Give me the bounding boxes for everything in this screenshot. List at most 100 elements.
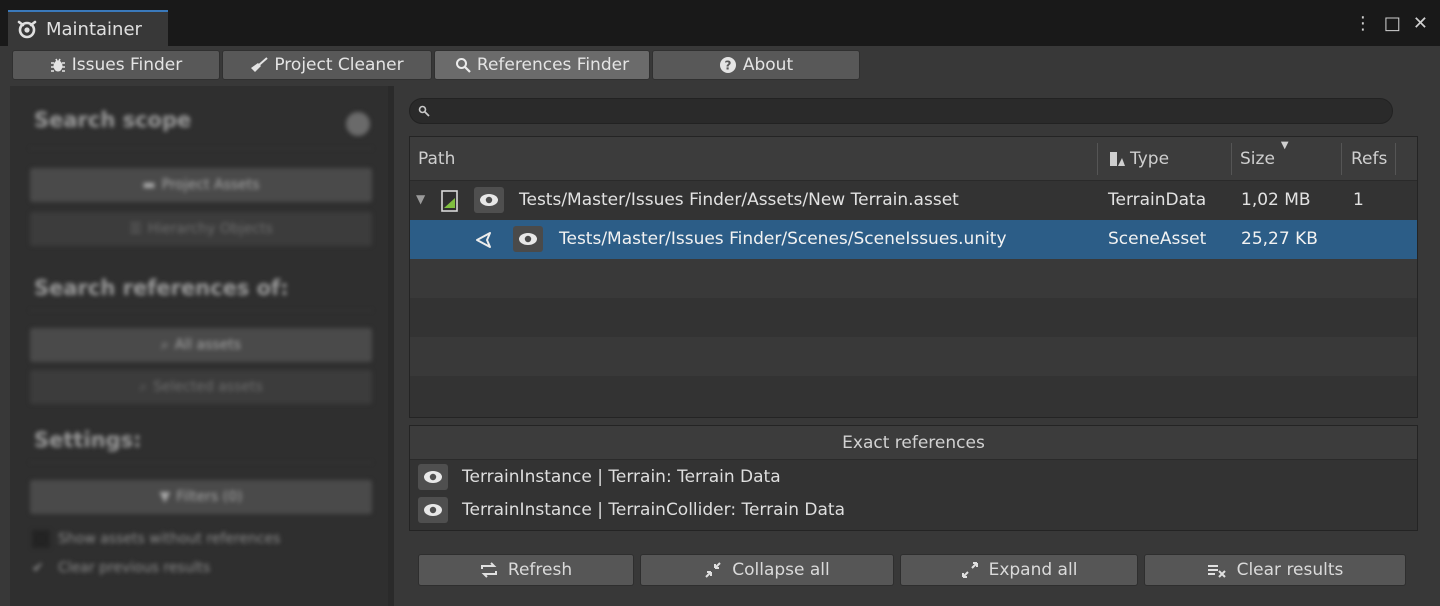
clear-results-label: Clear results xyxy=(1236,560,1344,580)
row-path: Tests/Master/Issues Finder/Assets/New Te… xyxy=(519,190,959,210)
collapse-all-label: Collapse all xyxy=(732,560,830,580)
column-divider[interactable] xyxy=(1097,143,1098,175)
exact-references-title: Exact references xyxy=(410,426,1417,460)
search-icon xyxy=(418,105,430,117)
exact-reference-item[interactable]: TerrainInstance | TerrainCollider: Terra… xyxy=(418,495,845,525)
svg-text:?: ? xyxy=(724,59,731,73)
clear-previous-label: Clear previous results xyxy=(58,560,211,576)
tab-about[interactable]: ? About xyxy=(652,50,860,80)
filters-button[interactable]: ▼ Filters (0) xyxy=(30,480,372,514)
eye-icon xyxy=(424,471,442,483)
selected-assets-label: Selected assets xyxy=(153,379,263,395)
expand-icon xyxy=(961,562,978,578)
empty-row xyxy=(410,337,1417,376)
project-assets-label: Project Assets xyxy=(161,177,260,193)
column-path-label: Path xyxy=(418,149,456,169)
main-tabs-bar: Issues Finder Project Cleaner References… xyxy=(0,46,1440,82)
exact-references-panel: Exact references TerrainInstance | Terra… xyxy=(409,425,1418,531)
help-icon: ? xyxy=(719,57,736,73)
selected-assets-button[interactable]: ⌕ Selected assets xyxy=(30,370,372,404)
reveal-reference-button[interactable] xyxy=(418,497,448,523)
column-refs[interactable]: Refs xyxy=(1351,149,1387,169)
divider xyxy=(30,462,372,463)
close-icon[interactable]: ✕ xyxy=(1413,12,1428,36)
show-assets-label: Show assets without references xyxy=(58,531,281,547)
settings-panel: Search scope ▬ Project Assets ☰ Hierarch… xyxy=(10,86,394,606)
empty-row xyxy=(410,376,1417,415)
column-refs-label: Refs xyxy=(1351,149,1388,169)
eye-icon xyxy=(424,504,442,516)
maintainer-logo-icon xyxy=(17,20,37,39)
row-type: TerrainData xyxy=(1108,190,1207,210)
hierarchy-objects-button[interactable]: ☰ Hierarchy Objects xyxy=(30,212,372,246)
divider xyxy=(30,310,372,311)
exact-reference-label: TerrainInstance | Terrain: Terrain Data xyxy=(462,467,781,487)
clear-list-icon xyxy=(1207,565,1226,578)
row-path: Tests/Master/Issues Finder/Scenes/SceneI… xyxy=(559,229,1007,249)
ping-asset-button[interactable] xyxy=(474,187,504,213)
window-controls: ⋮ □ ✕ xyxy=(1354,12,1428,36)
refresh-button[interactable]: Refresh xyxy=(418,554,634,586)
table-header: Path Type Size ▼ Refs xyxy=(410,137,1417,181)
tab-issues-finder-label: Issues Finder xyxy=(71,55,183,75)
empty-row xyxy=(410,298,1417,337)
results-table: Path Type Size ▼ Refs ▼ Tests/Master/Iss… xyxy=(409,136,1418,418)
tab-about-label: About xyxy=(742,55,794,75)
tab-project-cleaner[interactable]: Project Cleaner xyxy=(222,50,432,80)
bug-icon xyxy=(50,58,65,72)
tree-expand-arrow-icon[interactable]: ▼ xyxy=(416,192,425,206)
all-assets-button[interactable]: ⌕ All assets xyxy=(30,328,372,362)
search-references-title: Search references of: xyxy=(34,276,289,300)
search-icon xyxy=(455,58,471,73)
expand-all-button[interactable]: Expand all xyxy=(900,554,1138,586)
column-size[interactable]: Size ▼ xyxy=(1240,140,1289,170)
search-input[interactable] xyxy=(409,98,1393,124)
table-row[interactable]: ▼ Tests/Master/Issues Finder/Assets/New … xyxy=(410,181,1417,220)
clear-results-button[interactable]: Clear results xyxy=(1144,554,1406,586)
type-icon xyxy=(1110,152,1125,166)
maximize-icon[interactable]: □ xyxy=(1384,12,1401,36)
window-menu-icon[interactable]: ⋮ xyxy=(1354,12,1372,36)
reveal-reference-button[interactable] xyxy=(418,464,448,490)
folder-icon: ▬ xyxy=(142,177,156,193)
refresh-icon xyxy=(480,562,497,578)
search-icon: ⌕ xyxy=(160,337,169,353)
show-assets-without-references-toggle[interactable]: Show assets without references xyxy=(32,530,280,548)
terrain-asset-icon xyxy=(441,190,458,212)
tab-issues-finder[interactable]: Issues Finder xyxy=(12,50,220,80)
column-type[interactable]: Type xyxy=(1108,149,1169,169)
search-scope-title: Search scope xyxy=(34,108,192,132)
filter-icon: ▼ xyxy=(159,489,171,505)
table-row[interactable]: Tests/Master/Issues Finder/Scenes/SceneI… xyxy=(410,220,1417,259)
checkbox-unchecked[interactable] xyxy=(32,530,50,548)
row-size: 1,02 MB xyxy=(1241,190,1311,210)
filters-label: Filters (0) xyxy=(176,489,243,505)
unity-scene-icon xyxy=(476,232,491,248)
all-assets-label: All assets xyxy=(174,337,242,353)
row-type: SceneAsset xyxy=(1108,229,1207,249)
window-tab-maintainer[interactable]: Maintainer xyxy=(8,10,168,46)
hierarchy-icon: ☰ xyxy=(129,221,142,237)
column-divider[interactable] xyxy=(1341,143,1342,175)
exact-reference-item[interactable]: TerrainInstance | Terrain: Terrain Data xyxy=(418,462,781,492)
column-size-label: Size xyxy=(1240,149,1275,169)
checkmark-icon[interactable]: ✔ xyxy=(32,560,50,576)
window-title: Maintainer xyxy=(46,18,142,40)
window-titlebar: Maintainer ⋮ □ ✕ xyxy=(0,0,1440,46)
exact-reference-label: TerrainInstance | TerrainCollider: Terra… xyxy=(462,500,845,520)
row-refs: 1 xyxy=(1353,190,1364,210)
row-size: 25,27 KB xyxy=(1241,229,1318,249)
clear-previous-results-toggle[interactable]: ✔ Clear previous results xyxy=(32,560,210,576)
maintainer-window: Maintainer ⋮ □ ✕ Issues Finder Project C… xyxy=(0,0,1440,606)
column-divider[interactable] xyxy=(1395,143,1396,175)
column-path[interactable]: Path xyxy=(418,149,455,169)
tab-project-cleaner-label: Project Cleaner xyxy=(274,55,404,75)
project-assets-button[interactable]: ▬ Project Assets xyxy=(30,168,372,202)
tab-references-finder[interactable]: References Finder xyxy=(434,50,650,80)
hierarchy-objects-label: Hierarchy Objects xyxy=(147,221,273,237)
column-divider[interactable] xyxy=(1231,143,1232,175)
gear-icon[interactable] xyxy=(346,112,370,136)
ping-asset-button[interactable] xyxy=(513,226,543,252)
collapse-all-button[interactable]: Collapse all xyxy=(640,554,894,586)
expand-all-label: Expand all xyxy=(988,560,1078,580)
